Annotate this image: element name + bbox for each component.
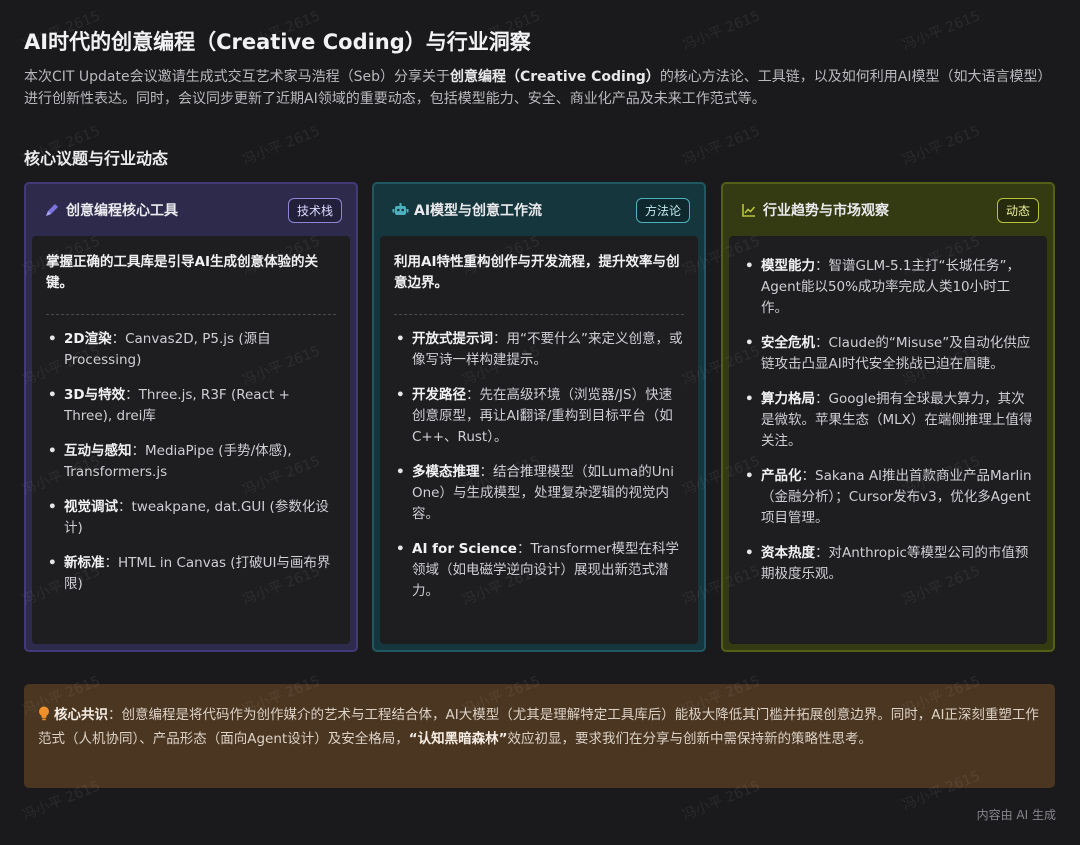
watermark: 冯小平 2615 — [900, 123, 983, 169]
list-item: 资本热度：对Anthropic等模型公司的市值预期极度乐观。 — [743, 543, 1033, 585]
item-label: 多模态推理 — [412, 464, 480, 480]
consensus-highlight: “认知黑暗森林” — [408, 731, 508, 747]
list-item: 安全危机：Claude的“Misuse”及自动化供应链攻击凸显AI时代安全挑战已… — [743, 333, 1033, 375]
robot-icon — [392, 201, 410, 219]
card-header: 行业趋势与市场观察 动态 — [741, 196, 1039, 224]
pen-icon — [44, 201, 62, 219]
item-text: ：HTML in Canvas (打破UI与画布界限) — [64, 555, 331, 592]
card-title: 行业趋势与市场观察 — [763, 203, 889, 219]
list-item: AI for Science：Transformer模型在科学领域（如电磁学逆向… — [394, 539, 684, 602]
consensus-callout: 核心共识：创意编程是将代码作为创作媒介的艺术与工程结合体，AI大模型（尤其是理解… — [24, 684, 1055, 788]
watermark: 冯小平 2615 — [680, 123, 763, 169]
card-title: 创意编程核心工具 — [66, 203, 178, 219]
item-label: 新标准 — [64, 555, 105, 571]
card-creative-coding-tools: 创意编程核心工具 技术栈 掌握正确的工具库是引导AI生成创意体验的关键。 2D渲… — [24, 182, 358, 652]
category-tag: 方法论 — [635, 197, 690, 223]
item-text: ：Sakana AI推出首款商业产品Marlin（金融分析）；Cursor发布v… — [761, 468, 1032, 526]
intro-text: 本次CIT Update会议邀请生成式交互艺术家马浩程（Seb）分享关于 — [24, 69, 450, 85]
list-item: 新标准：HTML in Canvas (打破UI与画布界限) — [46, 553, 336, 595]
watermark: 冯小平 2615 — [240, 123, 323, 169]
list-item: 开放式提示词：用“不要什么”来定义创意，或像写诗一样构建提示。 — [394, 329, 684, 371]
list-item: 视觉调试：tweakpane, dat.GUI (参数化设计) — [46, 497, 336, 539]
lightbulb-icon — [38, 706, 50, 728]
item-label: 资本热度 — [761, 545, 815, 561]
item-label: 产品化 — [761, 468, 802, 484]
consensus-text: 效应初显，要求我们在分享与创新中需保持新的策略性思考。 — [507, 731, 872, 747]
consensus-label: 核心共识 — [54, 707, 108, 723]
list-item: 产品化：Sakana AI推出首款商业产品Marlin（金融分析）；Cursor… — [743, 466, 1033, 529]
item-label: 3D与特效 — [64, 387, 126, 403]
intro-paragraph: 本次CIT Update会议邀请生成式交互艺术家马浩程（Seb）分享关于创意编程… — [24, 66, 1058, 110]
card-lead: 掌握正确的工具库是引导AI生成创意体验的关键。 — [46, 254, 318, 291]
intro-highlight: 创意编程（Creative Coding） — [450, 69, 660, 85]
item-label: 2D渲染 — [64, 331, 112, 347]
list-item: 算力格局：Google拥有全球最大算力，其次是微软。苹果生态（MLX）在端侧推理… — [743, 389, 1033, 452]
divider — [46, 314, 336, 315]
item-label: 互动与感知 — [64, 443, 132, 459]
item-label: 开发路径 — [412, 387, 466, 403]
card-header: AI模型与创意工作流 方法论 — [392, 196, 690, 224]
item-label: 算力格局 — [761, 391, 815, 407]
item-label: 开放式提示词 — [412, 331, 493, 347]
list-item: 开发路径：先在高级环境（浏览器/JS）快速创意原型，再让AI翻译/重构到目标平台… — [394, 385, 684, 448]
card-body: 模型能力：智谱GLM-5.1主打“长城任务”，Agent能以50%成功率完成人类… — [729, 236, 1047, 644]
ai-generated-footnote: 内容由 AI 生成 — [976, 808, 1056, 822]
list-item: 模型能力：智谱GLM-5.1主打“长城任务”，Agent能以50%成功率完成人类… — [743, 256, 1033, 319]
card-lead: 利用AI特性重构创作与开发流程，提升效率与创意边界。 — [394, 254, 680, 291]
card-body: 利用AI特性重构创作与开发流程，提升效率与创意边界。 开放式提示词：用“不要什么… — [380, 236, 698, 644]
card-title: AI模型与创意工作流 — [414, 203, 543, 219]
item-label: 安全危机 — [761, 335, 815, 351]
watermark: 冯小平 2615 — [680, 8, 763, 54]
card-list: 2D渲染：Canvas2D, P5.js (源自Processing) 3D与特… — [46, 329, 336, 595]
card-list: 模型能力：智谱GLM-5.1主打“长城任务”，Agent能以50%成功率完成人类… — [743, 256, 1033, 585]
list-item: 互动与感知：MediaPipe (手势/体感), Transformers.js — [46, 441, 336, 483]
card-industry-trends: 行业趋势与市场观察 动态 模型能力：智谱GLM-5.1主打“长城任务”，Agen… — [721, 182, 1055, 652]
watermark: 冯小平 2615 — [900, 8, 983, 54]
category-tag: 动态 — [996, 197, 1039, 223]
card-list: 开放式提示词：用“不要什么”来定义创意，或像写诗一样构建提示。 开发路径：先在高… — [394, 329, 684, 602]
page-title: AI时代的创意编程（Creative Coding）与行业洞察 — [24, 30, 531, 54]
list-item: 多模态推理：结合推理模型（如Luma的Uni One）与生成模型，处理复杂逻辑的… — [394, 462, 684, 525]
card-ai-workflow: AI模型与创意工作流 方法论 利用AI特性重构创作与开发流程，提升效率与创意边界… — [372, 182, 706, 652]
list-item: 2D渲染：Canvas2D, P5.js (源自Processing) — [46, 329, 336, 371]
trend-chart-icon — [741, 201, 759, 219]
item-label: 视觉调试 — [64, 499, 118, 515]
list-item: 3D与特效：Three.js, R3F (React + Three), dre… — [46, 385, 336, 427]
section-title: 核心议题与行业动态 — [24, 149, 169, 168]
card-body: 掌握正确的工具库是引导AI生成创意体验的关键。 2D渲染：Canvas2D, P… — [32, 236, 350, 644]
item-label: 模型能力 — [761, 258, 815, 274]
category-tag: 技术栈 — [287, 197, 342, 223]
card-header: 创意编程核心工具 技术栈 — [44, 196, 342, 224]
item-label: AI for Science — [412, 541, 517, 557]
divider — [394, 314, 684, 315]
